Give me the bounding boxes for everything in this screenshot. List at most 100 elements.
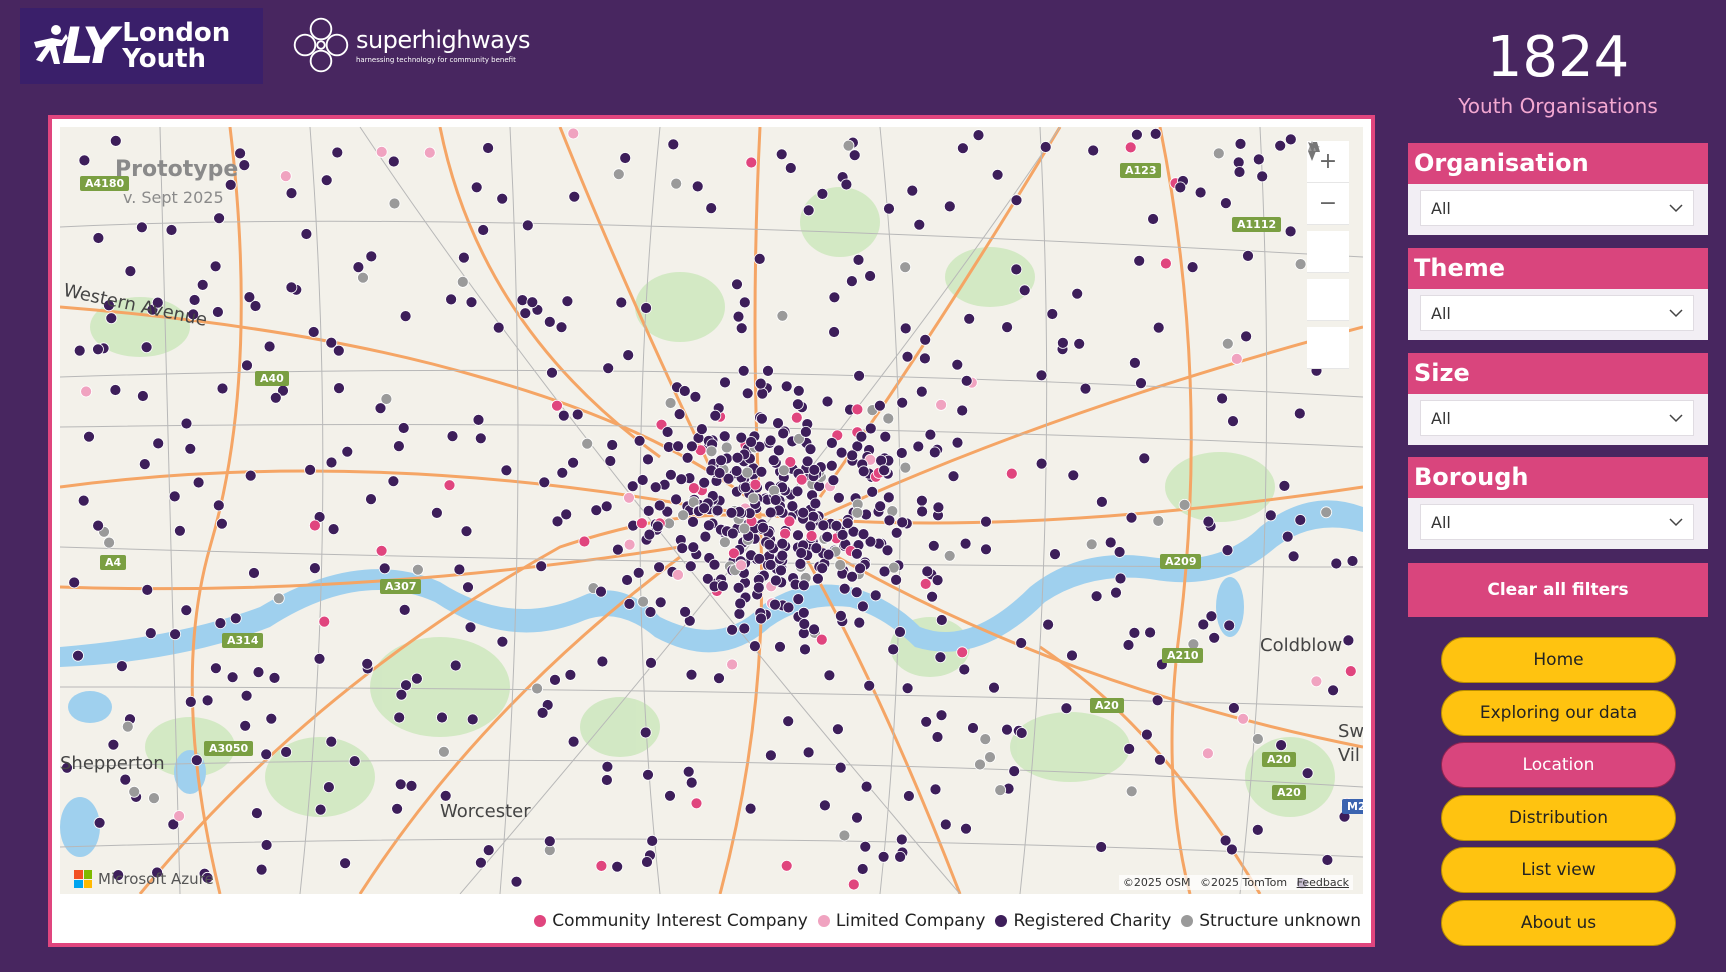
organisation-marker[interactable] (821, 395, 834, 408)
organisation-marker[interactable] (623, 491, 635, 504)
organisation-marker[interactable] (1220, 197, 1232, 209)
organisation-marker[interactable] (103, 536, 115, 549)
organisation-marker[interactable] (600, 500, 613, 513)
organisation-marker[interactable] (853, 616, 866, 629)
organisation-marker[interactable] (802, 204, 815, 217)
organisation-marker[interactable] (1202, 515, 1215, 528)
organisation-marker[interactable] (184, 696, 197, 708)
organisation-marker[interactable] (601, 774, 613, 786)
organisation-marker[interactable] (1194, 186, 1207, 199)
organisation-marker[interactable] (738, 622, 751, 635)
organisation-marker[interactable] (405, 780, 418, 792)
organisation-marker[interactable] (180, 417, 193, 430)
organisation-marker[interactable] (214, 617, 227, 630)
organisation-marker[interactable] (439, 789, 452, 802)
organisation-marker[interactable] (93, 816, 106, 829)
organisation-marker[interactable] (304, 463, 317, 476)
organisation-marker[interactable] (939, 818, 952, 831)
organisation-marker[interactable] (719, 536, 731, 549)
organisation-marker[interactable] (1301, 767, 1314, 780)
organisation-marker[interactable] (672, 440, 684, 453)
organisation-marker[interactable] (890, 526, 903, 539)
organisation-marker[interactable] (1125, 511, 1138, 524)
organisation-marker[interactable] (792, 384, 805, 397)
organisation-marker[interactable] (92, 519, 104, 532)
organisation-marker[interactable] (834, 559, 847, 571)
organisation-marker[interactable] (726, 527, 739, 540)
organisation-marker[interactable] (578, 535, 591, 548)
organisation-marker[interactable] (279, 170, 292, 182)
organisation-marker[interactable] (397, 422, 410, 434)
legend-item[interactable]: Limited Company (817, 911, 985, 931)
organisation-marker[interactable] (601, 760, 614, 773)
organisation-marker[interactable] (250, 807, 263, 819)
feedback-link[interactable]: Feedback (1297, 876, 1349, 889)
organisation-marker[interactable] (864, 270, 876, 282)
organisation-marker[interactable] (116, 660, 128, 672)
organisation-marker[interactable] (1251, 824, 1264, 836)
organisation-marker[interactable] (688, 482, 700, 495)
organisation-marker[interactable] (875, 454, 887, 467)
organisation-marker[interactable] (675, 473, 688, 486)
organisation-marker[interactable] (165, 224, 178, 236)
organisation-marker[interactable] (1060, 702, 1073, 715)
organisation-marker[interactable] (920, 715, 933, 728)
organisation-marker[interactable] (687, 515, 699, 528)
organisation-marker[interactable] (912, 440, 925, 453)
organisation-marker[interactable] (827, 474, 840, 487)
organisation-marker[interactable] (731, 278, 743, 291)
organisation-marker[interactable] (535, 560, 548, 573)
organisation-marker[interactable] (731, 451, 744, 464)
organisation-marker[interactable] (919, 333, 932, 346)
organisation-marker[interactable] (1110, 586, 1122, 599)
organisation-marker[interactable] (744, 802, 757, 815)
organisation-marker[interactable] (847, 878, 860, 891)
organisation-marker[interactable] (795, 547, 808, 559)
organisation-marker[interactable] (816, 188, 829, 200)
organisation-marker[interactable] (516, 294, 529, 307)
organisation-marker[interactable] (645, 657, 657, 669)
organisation-marker[interactable] (651, 520, 664, 533)
organisation-marker[interactable] (361, 657, 374, 670)
organisation-marker[interactable] (446, 430, 459, 443)
organisation-marker[interactable] (1212, 147, 1225, 160)
organisation-marker[interactable] (1219, 834, 1232, 847)
organisation-marker[interactable] (1174, 181, 1187, 194)
organisation-marker[interactable] (685, 668, 698, 681)
organisation-marker[interactable] (895, 447, 908, 459)
organisation-marker[interactable] (152, 437, 165, 450)
organisation-marker[interactable] (623, 538, 636, 551)
organisation-marker[interactable] (1001, 321, 1013, 334)
organisation-marker[interactable] (1114, 572, 1127, 585)
organisation-marker[interactable] (196, 278, 209, 291)
organisation-marker[interactable] (817, 519, 830, 532)
organisation-marker[interactable] (1015, 637, 1028, 649)
organisation-marker[interactable] (1327, 684, 1339, 697)
organisation-marker[interactable] (798, 618, 811, 630)
organisation-marker[interactable] (735, 431, 748, 444)
organisation-marker[interactable] (874, 500, 887, 513)
organisation-dropdown[interactable]: All (1420, 190, 1694, 226)
organisation-marker[interactable] (859, 840, 872, 853)
organisation-marker[interactable] (320, 174, 333, 187)
organisation-marker[interactable] (482, 844, 495, 856)
organisation-marker[interactable] (1284, 225, 1297, 238)
organisation-marker[interactable] (901, 682, 914, 695)
organisation-marker[interactable] (677, 509, 689, 522)
organisation-marker[interactable] (755, 612, 767, 625)
organisation-marker[interactable] (474, 432, 487, 445)
organisation-marker[interactable] (391, 802, 404, 815)
organisation-marker[interactable] (1008, 765, 1021, 777)
organisation-marker[interactable] (1221, 337, 1234, 350)
organisation-marker[interactable] (877, 850, 890, 863)
organisation-marker[interactable] (1129, 356, 1141, 369)
organisation-marker[interactable] (1197, 618, 1210, 631)
organisation-marker[interactable] (899, 322, 912, 335)
organisation-marker[interactable] (249, 300, 262, 312)
organisation-marker[interactable] (895, 833, 908, 846)
nav-about-button[interactable]: About us (1441, 900, 1676, 946)
organisation-marker[interactable] (556, 466, 569, 479)
organisation-marker[interactable] (896, 396, 909, 409)
organisation-marker[interactable] (83, 430, 95, 443)
organisation-marker[interactable] (929, 783, 942, 796)
